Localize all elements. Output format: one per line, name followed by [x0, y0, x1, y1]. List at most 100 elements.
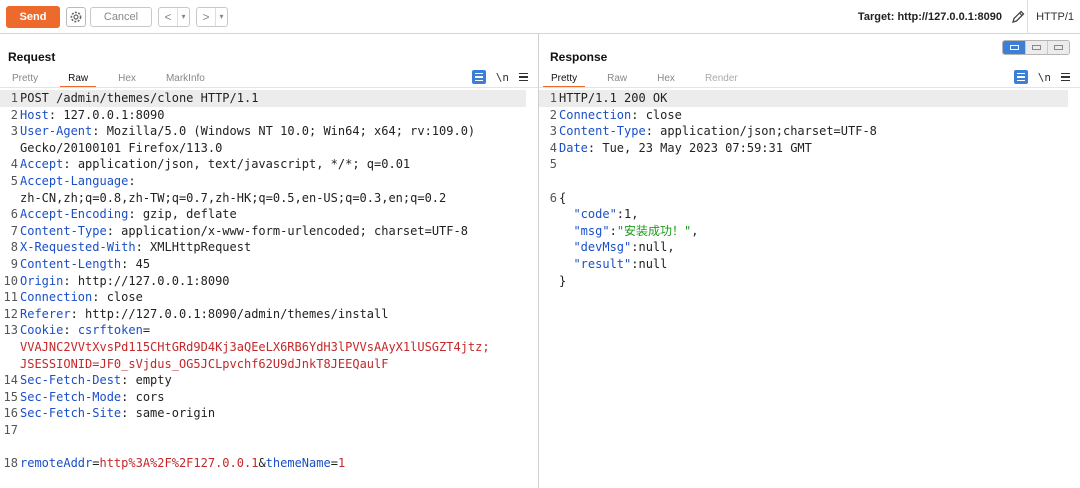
code-line: 5 [539, 156, 1080, 173]
code-line: 0 "code":1, [539, 206, 1080, 223]
toolbar: Send Cancel < ▾ > ▾ Target: http://127.0… [0, 0, 1080, 34]
request-tab-pretty[interactable]: Pretty [4, 71, 46, 88]
line-text: X-Requested-With: XMLHttpRequest [20, 239, 538, 256]
header-name: Content-Length [20, 256, 122, 271]
response-tab-hex[interactable]: Hex [649, 71, 683, 88]
body-token: http%3A%2F%2F127.0.0.1 [99, 456, 259, 471]
line-text: "msg":"安装成功！", [559, 223, 1080, 240]
request-tab-hex[interactable]: Hex [110, 71, 144, 88]
line-text: Accept-Encoding: gzip, deflate [20, 206, 538, 223]
line-number: 2 [549, 107, 557, 122]
response-editor[interactable]: 1 HTTP/1.1 200 OK 2 Connection: close 3 Conte… [539, 90, 1080, 289]
code-line: 0zh-CN,zh;q=0.8,zh-TW;q=0.7,zh-HK;q=0.5,… [0, 190, 538, 207]
response-tab-pretty[interactable]: Pretty [543, 71, 586, 88]
code-line: 16 Sec-Fetch-Site: same-origin [0, 405, 538, 422]
send-button[interactable]: Send [6, 5, 60, 28]
header-value: XMLHttpRequest [150, 240, 252, 255]
line-number: 15 [3, 389, 18, 404]
header-value: cors [135, 389, 165, 404]
code-line: 0 "msg":"安装成功！", [539, 223, 1080, 240]
http-version-selector[interactable]: HTTP/1 [1027, 0, 1074, 34]
request-tab-markinfo[interactable]: MarkInfo [158, 71, 213, 88]
layout-side-by-side-icon[interactable] [1003, 41, 1025, 54]
response-tab-render[interactable]: Render [697, 71, 746, 88]
cookie-value: VVAJNC2VVtXvsPd115CHtGRd9D4Kj3aQEeLX6RB6… [20, 339, 483, 354]
code-line: 0 "devMsg":null, [539, 239, 1080, 256]
line-text [20, 438, 538, 455]
line-text: Origin: http://127.0.0.1:8090 [20, 273, 538, 290]
format-icon[interactable] [1013, 70, 1028, 84]
settings-gear-icon[interactable] [66, 6, 86, 27]
code-line: 3 Content-Type: application/json;charset=… [539, 123, 1080, 140]
line-text [20, 422, 538, 439]
line-text: Date: Tue, 23 May 2023 07:59:31 GMT [559, 140, 1080, 157]
newline-toggle-icon[interactable]: \n [1038, 71, 1051, 84]
back-button[interactable]: < [159, 8, 177, 26]
code-line: 4 Date: Tue, 23 May 2023 07:59:31 GMT [539, 140, 1080, 157]
code-line: 0} [539, 273, 1080, 290]
line-number: 4 [549, 140, 557, 155]
json-token: :1, [616, 207, 639, 222]
menu-icon[interactable] [1061, 72, 1070, 82]
header-value: close [645, 107, 682, 122]
format-icon[interactable] [471, 70, 486, 84]
body-token: & [258, 456, 266, 471]
code-line: 0 "result":null [539, 256, 1080, 273]
code-line: 3 User-Agent: Mozilla/5.0 (Windows NT 10.… [0, 123, 538, 140]
line-number: 3 [10, 124, 18, 139]
code-line: 1 HTTP/1.1 200 OK [539, 90, 1068, 107]
json-token: "devMsg" [559, 240, 632, 255]
layout-tabs-icon[interactable] [1047, 41, 1069, 54]
header-sep: : [92, 124, 107, 139]
header-name: Accept [20, 157, 64, 172]
line-text: zh-CN,zh;q=0.8,zh-TW;q=0.7,zh-HK;q=0.5,e… [20, 190, 538, 207]
response-tab-raw[interactable]: Raw [599, 71, 635, 88]
line-number: 6 [549, 190, 557, 205]
line-number: 4 [10, 157, 18, 172]
header-name: Date [559, 140, 588, 155]
header-value: http://127.0.0.1:8090 [77, 273, 230, 288]
line-text: Sec-Fetch-Mode: cors [20, 389, 538, 406]
code-line: 7 Content-Type: application/x-www-form-ur… [0, 223, 538, 240]
line-number: 14 [3, 373, 18, 388]
header-value-continued: zh-CN,zh;q=0.8,zh-TW;q=0.7,zh-HK;q=0.5,e… [20, 190, 447, 205]
code-line: 2 Connection: close [539, 107, 1080, 124]
code-line: 0 [539, 173, 1080, 190]
header-name: Connection [559, 107, 632, 122]
line-number: 5 [10, 173, 18, 188]
header-name: Accept-Language [20, 173, 129, 188]
back-history-dropdown[interactable]: ▾ [177, 7, 189, 26]
code-line: 0JSESSIONID=JF0_sVjdus_OG5JCLpvchf62U9dJ… [0, 356, 538, 373]
newline-toggle-icon[interactable]: \n [496, 71, 509, 84]
cancel-button[interactable]: Cancel [90, 6, 152, 27]
header-name: Content-Type [559, 124, 646, 139]
code-line: 11 Connection: close [0, 289, 538, 306]
line-text: JSESSIONID=JF0_sVjdus_OG5JCLpvchf62U9dJn… [20, 356, 538, 373]
response-title: Response [550, 50, 608, 64]
layout-toggle [1002, 40, 1070, 55]
target-display: Target: http://127.0.0.1:8090 [858, 0, 1026, 34]
request-editor[interactable]: 1 POST /admin/themes/clone HTTP/1.1 2 Host:… [0, 90, 538, 472]
line-text: "result":null [559, 256, 1080, 273]
code-line: 14 Sec-Fetch-Dest: empty [0, 372, 538, 389]
line-text: Host: 127.0.0.1:8090 [20, 107, 538, 124]
line-number: 5 [549, 157, 557, 172]
request-tab-raw[interactable]: Raw [60, 71, 97, 88]
json-brace: } [559, 273, 567, 288]
code-line: 8 X-Requested-With: XMLHttpRequest [0, 239, 538, 256]
line-text [559, 173, 1080, 190]
request-line: HTTP/1.1 200 OK [559, 91, 668, 105]
header-name: Referer [20, 306, 71, 321]
header-sep: : [48, 107, 64, 122]
line-number: 8 [10, 240, 18, 255]
json-token: :null, [631, 240, 675, 255]
code-line: 6 Accept-Encoding: gzip, deflate [0, 206, 538, 223]
forward-history-dropdown[interactable]: ▾ [215, 7, 227, 26]
forward-button[interactable]: > [197, 8, 215, 26]
cookie-sep: ; [482, 339, 490, 354]
layout-horizontal-icon[interactable] [1025, 41, 1047, 54]
menu-icon[interactable] [519, 72, 528, 82]
code-line: 2 Host: 127.0.0.1:8090 [0, 107, 538, 124]
edit-target-pencil-icon[interactable] [1010, 9, 1026, 25]
line-text: Gecko/20100101 Firefox/113.0 [20, 140, 538, 157]
